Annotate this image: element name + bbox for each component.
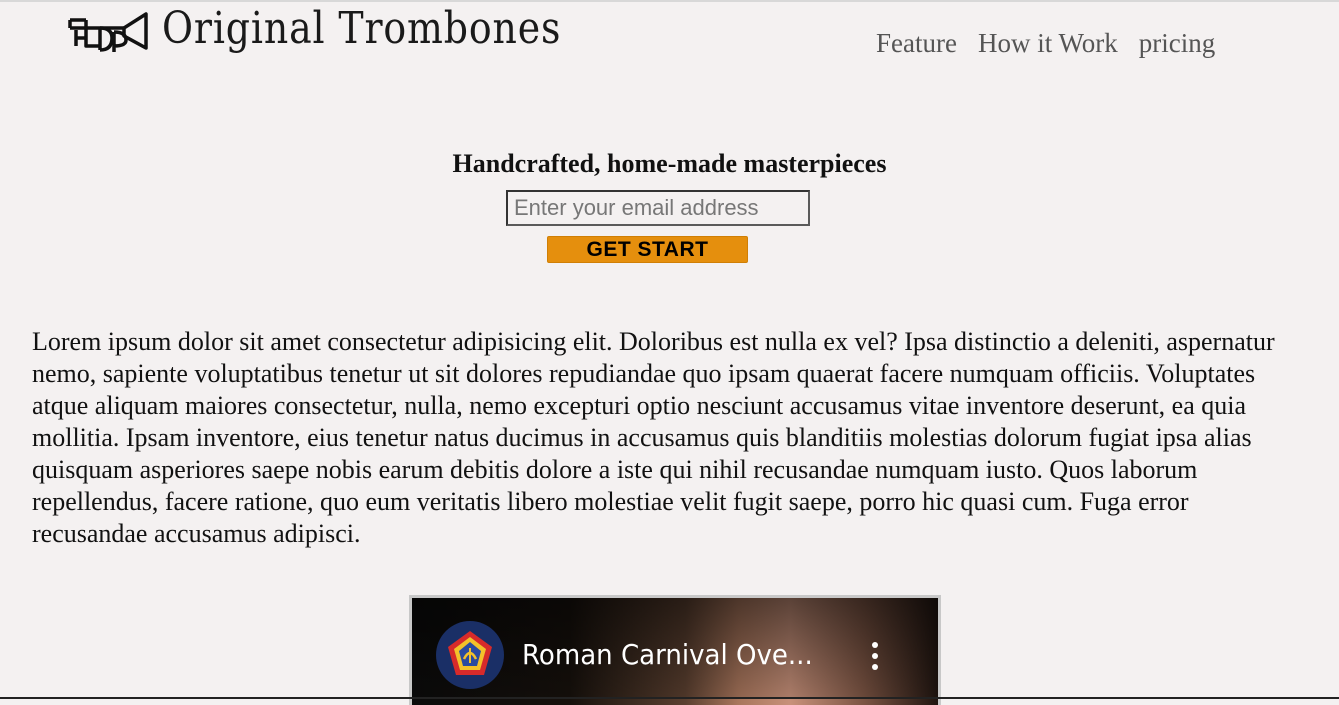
- top-border: [0, 0, 1339, 2]
- about-paragraph: Lorem ipsum dolor sit amet consectetur a…: [32, 327, 1275, 548]
- video-player[interactable]: Roman Carnival Ove...: [409, 595, 941, 705]
- brand-name: Original Trombones: [162, 3, 562, 54]
- hero-headline: Handcrafted, home-made masterpieces: [452, 149, 887, 178]
- more-vertical-icon[interactable]: [868, 642, 882, 674]
- get-started-button[interactable]: GET START: [547, 236, 748, 263]
- nav-link-pricing[interactable]: pricing: [1139, 28, 1215, 59]
- email-input[interactable]: [506, 190, 810, 226]
- nav-link-how-it-works[interactable]: How it Work: [978, 28, 1118, 59]
- nav-link-feature[interactable]: Feature: [876, 28, 957, 59]
- main-nav: Feature How it Work pricing: [876, 28, 1215, 59]
- video-title[interactable]: Roman Carnival Ove...: [522, 638, 813, 671]
- channel-emblem-icon[interactable]: [436, 621, 504, 689]
- trombone-icon: [68, 12, 148, 52]
